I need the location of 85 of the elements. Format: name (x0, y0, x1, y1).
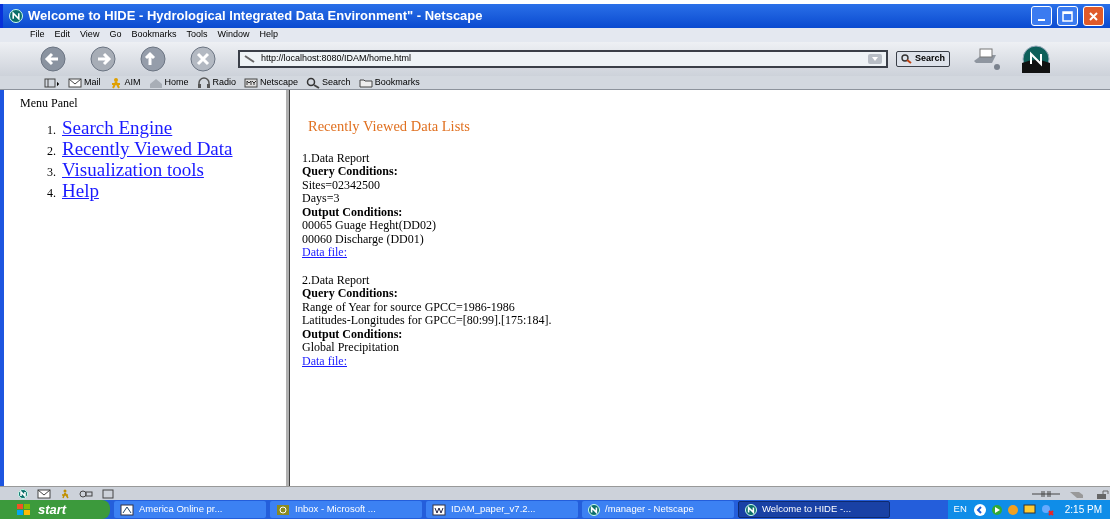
report-text: Range of Year for source GPCC=1986-1986 (302, 300, 515, 314)
window-title: Welcome to HIDE - Hydrological Integrated Data Environment" - Netscape (28, 7, 484, 26)
window-icon (120, 503, 134, 516)
document-icon (432, 503, 446, 516)
toolbar-link[interactable]: AIM (108, 75, 141, 90)
search-icon (901, 54, 912, 64)
clock-icon (276, 503, 290, 516)
menu-item[interactable]: Go (109, 28, 122, 42)
connection-icon (1032, 488, 1060, 499)
taskbar-button[interactable]: America Online pr... (114, 501, 266, 518)
toolbar-link[interactable]: Mail (68, 75, 101, 90)
link-icon (244, 54, 256, 64)
close-icon (1088, 10, 1099, 22)
toolbar-link[interactable]: Home (148, 75, 189, 90)
monitor-icon[interactable] (1022, 503, 1037, 516)
menu-link[interactable]: Recently Viewed Data (62, 139, 233, 158)
menu-item[interactable]: View (80, 28, 100, 42)
list-number: 2. (46, 143, 56, 160)
back-icon[interactable] (38, 46, 68, 72)
field-label: Query Conditions: (302, 287, 398, 301)
section-heading: Recently Viewed Data Lists (307, 120, 471, 134)
network-icon[interactable] (1040, 503, 1055, 516)
taskbar-button[interactable]: Welcome to HIDE -... (738, 501, 890, 518)
toolbar-link[interactable]: Radio (196, 75, 237, 90)
field-label: Query Conditions: (302, 165, 398, 179)
netscape-icon (9, 9, 23, 23)
netscape-icon (18, 488, 28, 499)
taskbar-button[interactable]: /manager - Netscape (582, 501, 734, 518)
toolbar-link[interactable]: Search (306, 75, 351, 90)
menu-item[interactable]: File (30, 28, 45, 42)
close-button[interactable] (1083, 6, 1104, 26)
report-text: 00060 Discharge (DD01) (302, 232, 424, 246)
reload-icon[interactable] (138, 46, 168, 72)
report-text: 00065 Guage Heght(DD02) (302, 219, 436, 233)
envelope-icon[interactable] (37, 488, 51, 499)
windows-flag-icon (16, 502, 32, 517)
envelope-icon (68, 76, 82, 89)
report-text: 1.Data Report (302, 151, 370, 165)
chevron-icon[interactable] (972, 502, 987, 517)
list-number: 3. (46, 164, 56, 181)
maximize-button[interactable] (1057, 6, 1078, 26)
toolbar-link[interactable]: Bookmarks (358, 75, 420, 90)
clock: 2:15 PM (1064, 503, 1102, 517)
report-text: Days=3 (302, 192, 340, 206)
field-label: Output Conditions: (302, 327, 403, 341)
tray-icon[interactable] (990, 503, 1003, 516)
menu-item[interactable]: Edit (54, 28, 71, 42)
minimize-button[interactable] (1031, 6, 1052, 26)
panel-title: Menu Panel (20, 95, 79, 112)
data-file-link[interactable]: Data file: (302, 354, 347, 368)
menu-link[interactable]: Search Engine (62, 118, 173, 137)
menu-item[interactable]: Tools (186, 28, 208, 42)
maximize-icon (1062, 10, 1073, 22)
stop-icon[interactable] (188, 46, 218, 72)
menu-item[interactable]: Bookmarks (131, 28, 177, 42)
toolbar-link[interactable]: Netscape (244, 75, 299, 90)
lock-icon (1096, 488, 1110, 499)
dropdown-icon (868, 54, 882, 64)
list-number: 4. (46, 185, 56, 202)
menu-link[interactable]: Visualization tools (62, 160, 204, 179)
data-file-link[interactable]: Data file: (302, 246, 347, 260)
address-field[interactable]: http://localhost:8080/IDAM/home.html (238, 50, 888, 68)
search-button[interactable]: Search (896, 51, 951, 67)
sidebar-icon[interactable] (44, 77, 60, 88)
field-label: Output Conditions: (302, 205, 403, 219)
search-icon (306, 76, 321, 89)
report-text: 2.Data Report (302, 273, 370, 287)
page-icon[interactable] (102, 488, 114, 499)
report-text: Latitudes-Longitudes for GPCC=[80:99].[175:184]. (302, 314, 552, 328)
start-button[interactable]: start (0, 500, 110, 519)
menu-link[interactable]: Help (62, 181, 99, 200)
netscape-icon (588, 503, 600, 516)
minimize-icon (1038, 19, 1045, 21)
report-text: Global Precipitation (302, 341, 399, 355)
menu-item[interactable]: Window (217, 28, 250, 42)
report-text: Sites=02342500 (302, 178, 381, 192)
language-indicator[interactable]: EN (953, 502, 967, 517)
taskbar-button[interactable]: Inbox - Microsoft ... (270, 501, 422, 518)
netscape-icon (745, 503, 757, 516)
netscape-logo-icon[interactable] (1022, 45, 1051, 73)
list-number: 1. (46, 122, 56, 139)
taskbar-button[interactable]: IDAM_paper_v7.2... (426, 501, 578, 518)
forward-icon[interactable] (88, 46, 118, 72)
headphones-icon (196, 76, 211, 89)
menu-item[interactable]: Help (259, 28, 278, 42)
